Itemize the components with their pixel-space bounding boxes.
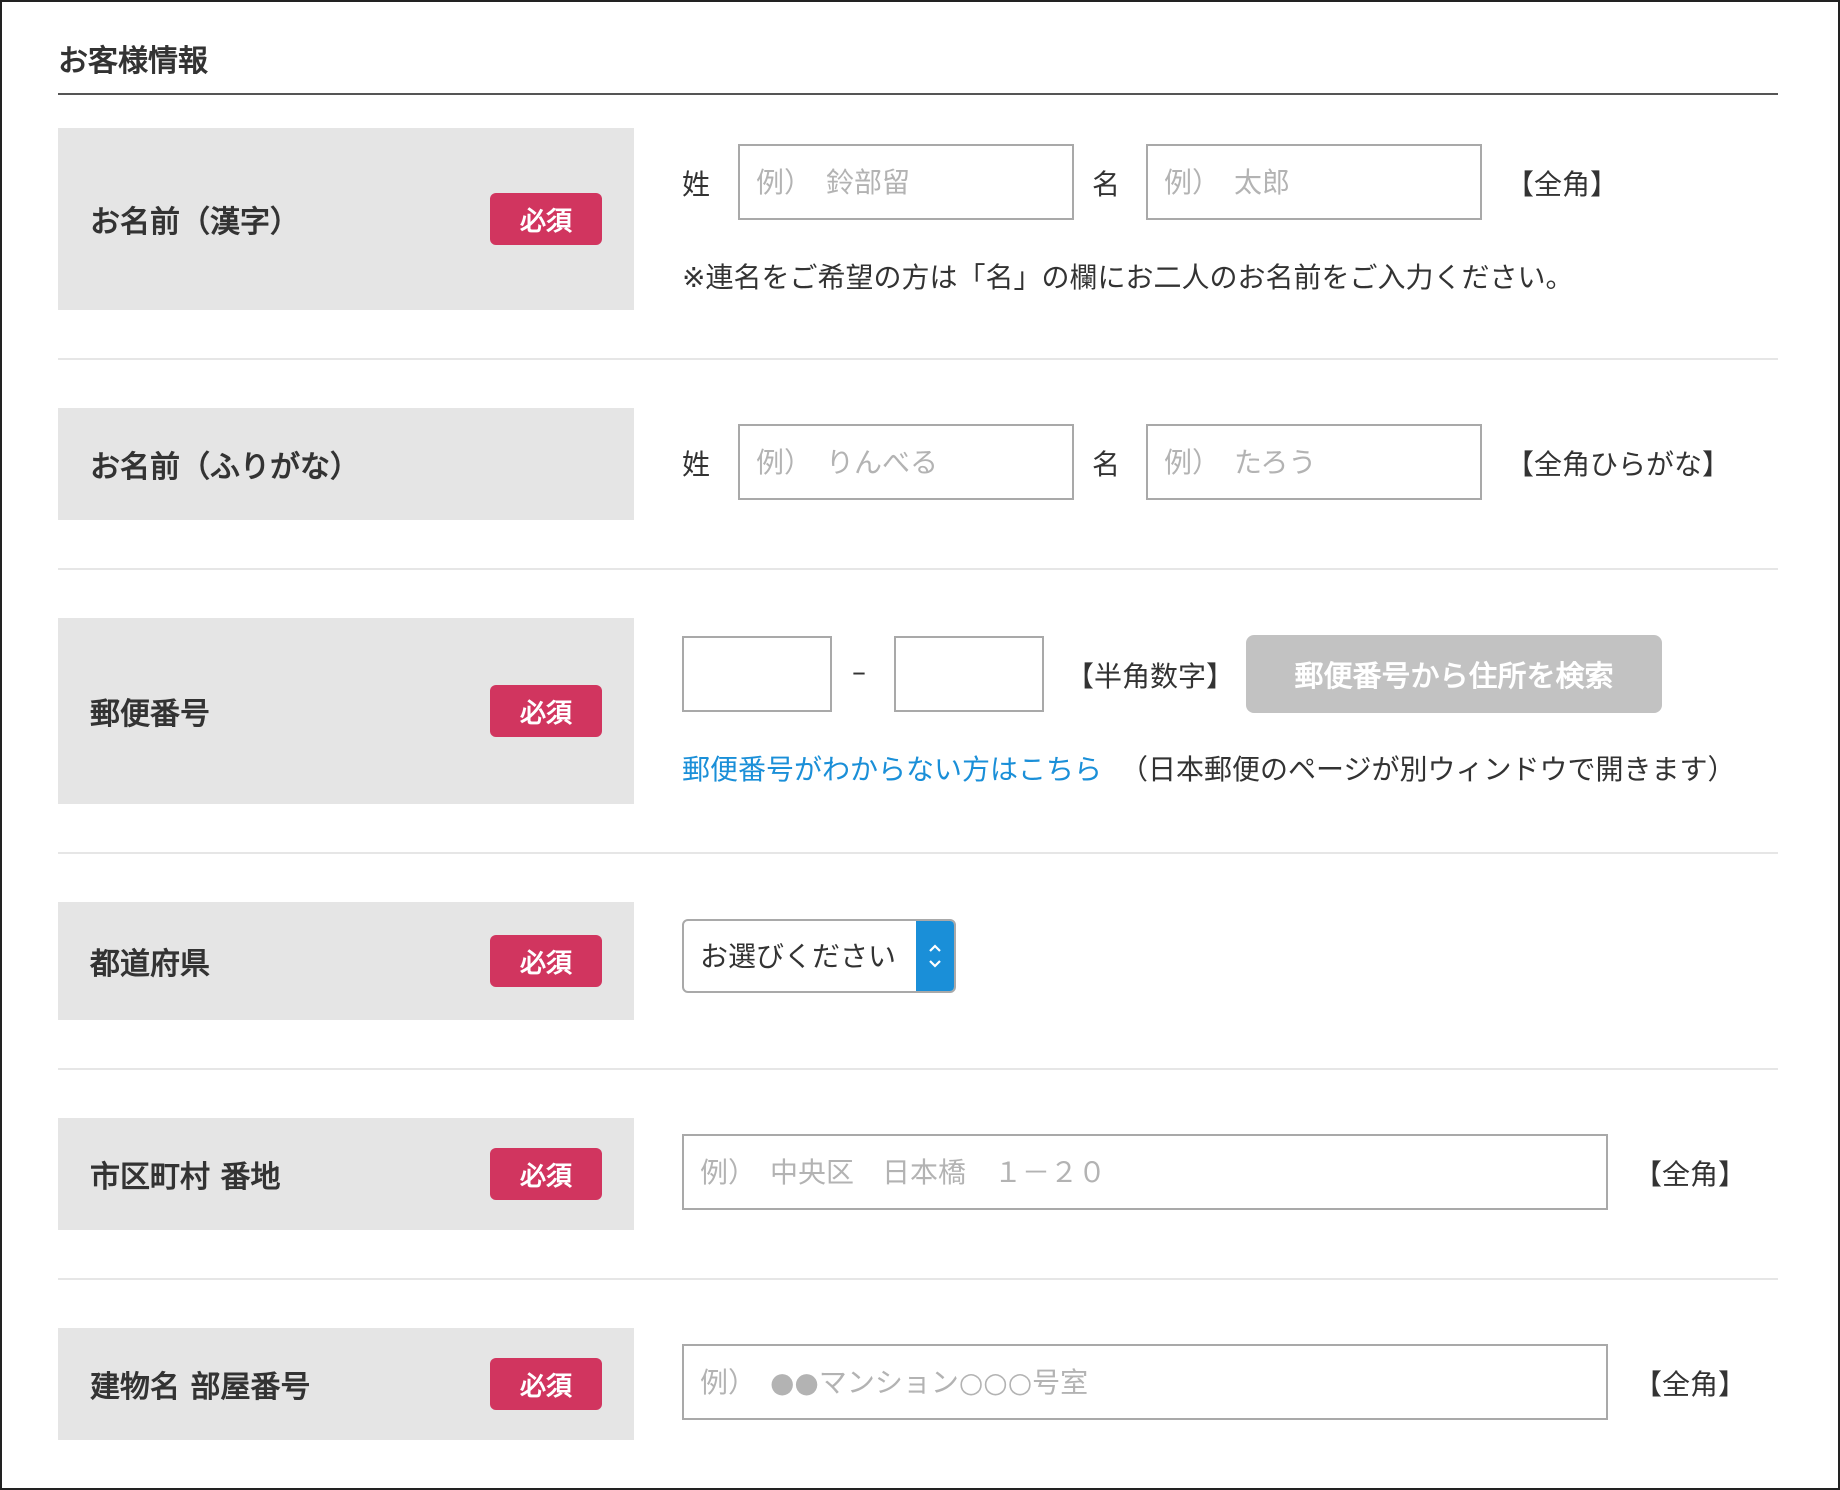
address-search-button[interactable]: 郵便番号から住所を検索	[1246, 635, 1662, 713]
building-input[interactable]	[682, 1344, 1608, 1420]
last-name-kana-input[interactable]	[738, 424, 1074, 500]
last-name-prefix: 姓	[682, 448, 711, 481]
building-label-cell: 建物名 部屋番号 必須	[58, 1328, 634, 1440]
row-divider	[58, 852, 1778, 854]
row-divider	[58, 358, 1778, 360]
prefecture-select[interactable]: お選びください	[682, 919, 956, 993]
required-badge: 必須	[490, 685, 602, 737]
first-name-kanji-input[interactable]	[1146, 144, 1482, 220]
first-name-prefix: 名	[1092, 448, 1121, 481]
first-name-prefix: 名	[1092, 168, 1121, 201]
name-kana-hint: 【全角ひらがな】	[1506, 448, 1731, 481]
row-divider	[58, 1068, 1778, 1070]
postal-code-first-input[interactable]	[682, 636, 832, 712]
section-title: お客様情報	[58, 44, 208, 79]
name-kanji-note: ※連名をご希望の方は「名」の欄にお二人のお名前をご入力ください。	[682, 261, 1574, 294]
address-input[interactable]	[682, 1134, 1608, 1210]
name-kana-label-cell: お名前（ふりがな）	[58, 408, 634, 520]
last-name-kanji-input[interactable]	[738, 144, 1074, 220]
select-arrows-icon	[916, 921, 954, 991]
name-kanji-label: お名前（漢字）	[90, 205, 300, 240]
postal-label-cell: 郵便番号 必須	[58, 618, 634, 804]
postal-code-second-input[interactable]	[894, 636, 1044, 712]
postal-hint: 【半角数字】	[1066, 660, 1235, 693]
first-name-kana-input[interactable]	[1146, 424, 1482, 500]
name-kanji-hint: 【全角】	[1506, 168, 1619, 201]
required-badge: 必須	[490, 1148, 602, 1200]
section-title-rule	[58, 93, 1778, 95]
postal-separator: –	[852, 655, 866, 688]
building-label: 建物名 部屋番号	[90, 1370, 311, 1405]
address-hint: 【全角】	[1634, 1158, 1747, 1191]
name-kanji-label-cell: お名前（漢字） 必須	[58, 128, 634, 310]
row-divider	[58, 1278, 1778, 1280]
postal-help-link[interactable]: 郵便番号がわからない方はこちら	[682, 748, 1102, 788]
building-hint: 【全角】	[1634, 1368, 1747, 1401]
required-badge: 必須	[490, 193, 602, 245]
prefecture-label-cell: 都道府県 必須	[58, 902, 634, 1020]
last-name-prefix: 姓	[682, 168, 711, 201]
address-label: 市区町村 番地	[90, 1160, 281, 1195]
required-badge: 必須	[490, 1358, 602, 1410]
name-kana-label: お名前（ふりがな）	[90, 450, 360, 485]
prefecture-label: 都道府県	[90, 947, 210, 982]
required-badge: 必須	[490, 935, 602, 987]
row-divider	[58, 568, 1778, 570]
address-label-cell: 市区町村 番地 必須	[58, 1118, 634, 1230]
postal-help-note: （日本郵便のページが別ウィンドウで開きます）	[1120, 753, 1736, 786]
postal-label: 郵便番号	[90, 697, 210, 732]
prefecture-selected-value: お選びください	[700, 940, 897, 973]
